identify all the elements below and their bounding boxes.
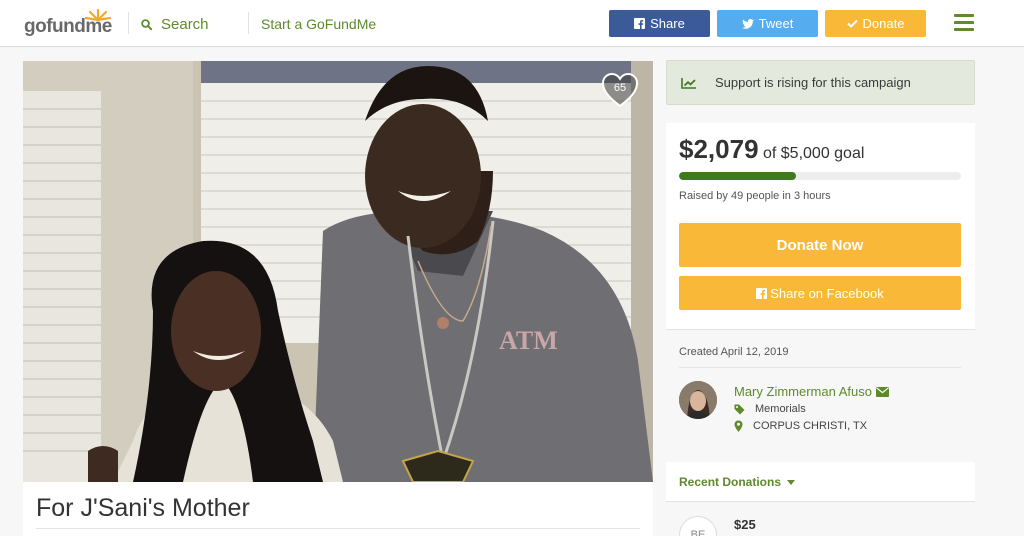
recent-donations-header: Recent Donations xyxy=(666,462,975,502)
organizer-name: Mary Zimmerman Afuso xyxy=(734,384,872,399)
start-gofundme-link[interactable]: Start a GoFundMe xyxy=(261,16,376,32)
organizer-category-row: Memorials xyxy=(734,403,806,415)
divider xyxy=(36,528,640,529)
share-facebook-label: Share on Facebook xyxy=(770,285,884,301)
search-icon xyxy=(141,18,152,30)
logo[interactable]: gofundme xyxy=(24,9,116,39)
organizer-category: Memorials xyxy=(755,403,806,415)
rising-text: Support is rising for this campaign xyxy=(715,75,911,90)
facebook-share-button[interactable]: Share xyxy=(609,10,710,37)
divider xyxy=(679,367,961,368)
created-date: Created April 12, 2019 xyxy=(679,346,789,358)
svg-text:ATM: ATM xyxy=(499,326,558,355)
caret-down-icon xyxy=(787,479,796,485)
campaign-photo: ATM xyxy=(23,61,653,482)
envelope-icon[interactable] xyxy=(875,386,889,397)
facebook-icon xyxy=(634,18,646,29)
share-label: Share xyxy=(650,16,685,31)
heart-button[interactable]: 65 xyxy=(601,72,639,108)
organizer-location: CORPUS CHRISTI, TX xyxy=(753,420,868,432)
support-rising-banner: Support is rising for this campaign xyxy=(666,60,975,105)
logo-text: gofundme xyxy=(24,16,112,37)
goal-text: of $5,000 goal xyxy=(762,145,865,162)
organizer-name-link[interactable]: Mary Zimmerman Afuso xyxy=(734,384,889,399)
progress-fill xyxy=(679,172,797,180)
recent-donations-dropdown[interactable]: Recent Donations xyxy=(679,475,796,489)
campaign-photo-illustration: ATM xyxy=(23,61,653,482)
header-bar: gofundme Search Start a GoFundMe Share T… xyxy=(0,0,1024,47)
raised-by-text: Raised by 49 people in 3 hours xyxy=(679,190,831,202)
map-pin-icon xyxy=(734,420,743,432)
donate-header-button[interactable]: Donate xyxy=(825,10,926,37)
title-card: For J'Sani's Mother xyxy=(23,482,653,536)
donate-now-button[interactable]: Donate Now xyxy=(679,223,961,267)
donate-label: Donate xyxy=(862,16,905,31)
organizer-avatar xyxy=(679,381,717,419)
divider xyxy=(128,12,129,34)
campaign-title: For J'Sani's Mother xyxy=(36,494,250,522)
recent-donations-label: Recent Donations xyxy=(679,475,782,489)
donation-amount: $25 xyxy=(734,517,756,532)
organizer-location-row: CORPUS CHRISTI, TX xyxy=(734,420,867,432)
hamburger-menu-icon[interactable] xyxy=(954,14,974,32)
tweet-label: Tweet xyxy=(758,16,794,31)
search-label: Search xyxy=(161,15,209,33)
heart-count: 65 xyxy=(613,82,627,94)
amount-raised: $2,079 xyxy=(679,134,759,164)
tweet-button[interactable]: Tweet xyxy=(717,10,818,37)
amount-line: $2,079 of $5,000 goal xyxy=(679,134,864,165)
share-on-facebook-button[interactable]: Share on Facebook xyxy=(679,276,961,310)
twitter-icon xyxy=(741,18,754,29)
facebook-icon xyxy=(756,287,768,299)
progress-bar xyxy=(679,172,961,180)
donor-avatar: BE xyxy=(679,516,717,536)
donation-card: $2,079 of $5,000 goal Raised by 49 peopl… xyxy=(666,123,975,330)
tag-icon xyxy=(734,404,745,414)
divider xyxy=(248,12,249,34)
search-link[interactable]: Search xyxy=(141,14,209,34)
check-icon xyxy=(846,19,858,28)
trending-up-icon xyxy=(681,77,696,89)
